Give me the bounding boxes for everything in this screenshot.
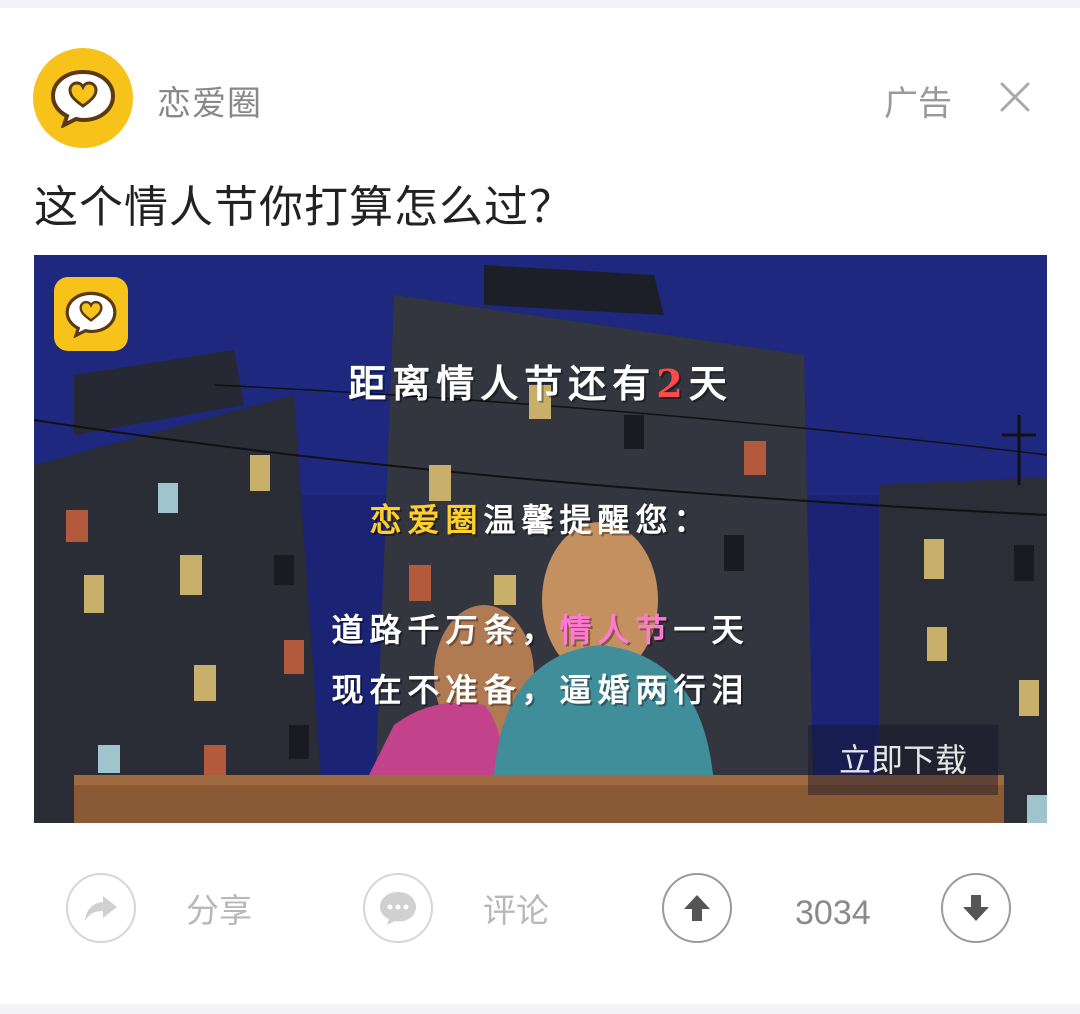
close-button[interactable] <box>996 78 1034 116</box>
upvote-action[interactable] <box>662 870 732 946</box>
reminder-text: 恋爱圈温馨提醒您： <box>34 495 1047 541</box>
slogan-prefix: 道路千万条， <box>331 611 560 649</box>
share-button[interactable] <box>66 873 136 943</box>
countdown-days: 2 <box>656 361 689 406</box>
brand-avatar[interactable] <box>33 48 133 148</box>
slogan-highlight: 情人节 <box>559 611 674 649</box>
post-headline[interactable]: 这个情人节你打算怎么过？ <box>34 171 574 235</box>
slogan-suffix: 一天 <box>673 611 750 649</box>
reminder-rest: 温馨提醒您： <box>483 501 712 539</box>
reminder-brand: 恋爱圈 <box>369 501 484 539</box>
upvote-count: 3034 <box>795 894 871 932</box>
downvote-button[interactable] <box>941 873 1011 943</box>
download-now-button[interactable]: 立即下载 <box>808 725 998 795</box>
slogan-line-2: 现在不准备，逼婚两行泪 <box>331 671 750 709</box>
ad-card: 恋爱圈 广告 这个情人节你打算怎么过？ 距离情人节还有2天 恋爱圈温馨提醒您： … <box>0 8 1080 1004</box>
comment-action[interactable]: 评论 <box>363 870 549 946</box>
downvote-action[interactable] <box>941 870 1011 946</box>
heart-chat-bubble-icon <box>50 69 116 128</box>
upvote-arrow-icon <box>684 895 710 921</box>
ad-banner-image[interactable]: 距离情人节还有2天 恋爱圈温馨提醒您： 道路千万条，情人节一天 现在不准备，逼婚… <box>34 255 1047 823</box>
upvote-button[interactable] <box>662 873 732 943</box>
share-action[interactable]: 分享 <box>66 870 252 946</box>
banner-logo <box>54 277 128 351</box>
countdown-text: 距离情人节还有2天 <box>34 353 1047 408</box>
comment-bubble-icon <box>380 892 416 925</box>
countdown-suffix: 天 <box>688 361 733 406</box>
share-label[interactable]: 分享 <box>186 884 252 932</box>
share-arrow-icon <box>85 896 117 921</box>
heart-chat-bubble-icon <box>65 291 117 338</box>
close-icon <box>1000 82 1030 112</box>
slogan-line-1: 道路千万条，情人节一天 <box>34 605 1047 651</box>
comment-label[interactable]: 评论 <box>483 884 549 932</box>
ad-label: 广告 <box>884 84 952 124</box>
comment-button[interactable] <box>363 873 433 943</box>
downvote-arrow-icon <box>963 895 989 921</box>
brand-name[interactable]: 恋爱圈 <box>157 76 262 125</box>
countdown-prefix: 距离情人节还有 <box>348 361 657 406</box>
